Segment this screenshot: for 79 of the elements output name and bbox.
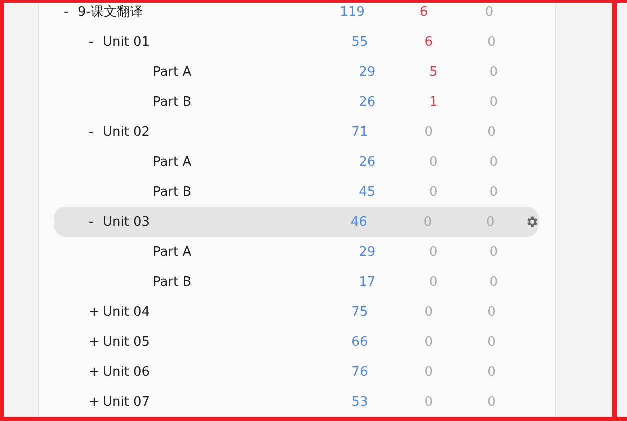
count-cell-text: 0 bbox=[428, 244, 439, 260]
count-cell-text: 0 bbox=[428, 274, 439, 290]
tree-row[interactable]: - Unit 01 55 6 0 bbox=[54, 27, 540, 57]
count-cell-text: 0 bbox=[488, 94, 500, 110]
count-cell-text: 0 bbox=[488, 274, 500, 290]
tree-item-label[interactable]: Part B bbox=[152, 274, 192, 290]
toggle-icon[interactable]: + bbox=[88, 364, 100, 380]
toggle-icon[interactable]: - bbox=[88, 124, 94, 140]
count-cell-text: 0 bbox=[486, 124, 497, 140]
count-cell-text: 0 bbox=[488, 64, 500, 80]
tree-item-label[interactable]: Unit 02 bbox=[102, 124, 150, 140]
count-cell-text: 0 bbox=[486, 304, 497, 320]
tree-row[interactable]: - Unit 02 71 0 0 bbox=[54, 117, 540, 147]
tree-row[interactable]: Part A 29 0 0 bbox=[54, 237, 540, 267]
tree-row[interactable]: + Unit 06 76 0 0 bbox=[54, 357, 540, 387]
count-cell-text: 0 bbox=[488, 184, 500, 200]
count-cell-text: 45 bbox=[358, 184, 377, 200]
count-cell-text: 6 bbox=[418, 4, 430, 20]
count-cell-text: 0 bbox=[486, 34, 497, 50]
tree-item-label[interactable]: Unit 06 bbox=[102, 364, 150, 380]
count-cell-text: 29 bbox=[358, 244, 377, 260]
count-cell-text: 26 bbox=[358, 154, 377, 170]
count-cell-text: 66 bbox=[350, 334, 370, 350]
count-cell-text: 26 bbox=[358, 94, 377, 110]
count-cell-text: 0 bbox=[488, 244, 500, 260]
tree-item-label[interactable]: Unit 03 bbox=[102, 214, 150, 230]
settings-icon[interactable] bbox=[525, 215, 540, 229]
tree-item-label[interactable]: Unit 04 bbox=[102, 304, 150, 320]
tree-row[interactable]: + Unit 07 53 0 0 bbox=[54, 387, 540, 417]
toggle-icon[interactable]: - bbox=[64, 4, 69, 20]
count-cell-text: 0 bbox=[424, 394, 434, 410]
tree-row[interactable]: + Unit 04 75 0 0 bbox=[54, 297, 540, 327]
count-cell-text: 0 bbox=[424, 334, 434, 350]
tree-row[interactable]: Part B 26 1 0 bbox=[54, 87, 540, 117]
count-cell-text: 0 bbox=[424, 304, 434, 320]
toggle-icon[interactable]: + bbox=[88, 394, 100, 410]
count-cell-text: 0 bbox=[424, 124, 434, 140]
tree-item-label[interactable]: Unit 01 bbox=[102, 34, 150, 50]
count-cell-text: 0 bbox=[488, 154, 500, 170]
toggle-icon[interactable]: - bbox=[88, 34, 94, 50]
toggle-icon[interactable]: + bbox=[88, 304, 100, 320]
count-cell-text: 6 bbox=[424, 34, 434, 50]
count-cell-text: 75 bbox=[350, 304, 370, 320]
count-cell-text: 0 bbox=[486, 364, 497, 380]
tree-item-label[interactable]: Part B bbox=[152, 184, 192, 200]
count-cell-text: 71 bbox=[350, 124, 370, 140]
count-cell-text: 76 bbox=[350, 364, 370, 380]
tree-row[interactable]: + Unit 05 66 0 0 bbox=[54, 327, 540, 357]
count-cell-text: 55 bbox=[350, 34, 370, 50]
count-cell-text: 29 bbox=[358, 64, 377, 80]
tree-row[interactable]: Part B 45 0 0 bbox=[54, 177, 540, 207]
count-cell-text: 0 bbox=[486, 214, 496, 230]
tree-item-label[interactable]: Unit 07 bbox=[102, 394, 150, 410]
tree-row[interactable]: - 9-课文翻译 119 6 0 bbox=[54, 3, 540, 27]
count-cell-text: 0 bbox=[424, 364, 434, 380]
tree-row[interactable]: Part B 17 0 0 bbox=[54, 267, 540, 297]
count-cell-text: 0 bbox=[484, 4, 495, 20]
count-cell-text: 0 bbox=[428, 154, 439, 170]
count-cell-text: 0 bbox=[486, 334, 497, 350]
count-cell-text: 0 bbox=[486, 394, 497, 410]
tree-item-label[interactable]: Part B bbox=[152, 94, 192, 110]
count-cell-text: 0 bbox=[428, 184, 439, 200]
count-cell-text: 17 bbox=[358, 274, 377, 290]
tree-row[interactable]: Part A 26 0 0 bbox=[54, 147, 540, 177]
tree-item-label[interactable]: Part A bbox=[152, 64, 192, 80]
count-cell-text: 5 bbox=[428, 64, 439, 80]
toggle-icon[interactable]: + bbox=[88, 334, 100, 350]
tree-item-label[interactable]: Unit 05 bbox=[102, 334, 150, 350]
tree-row[interactable]: - Unit 03 46 0 0 bbox=[54, 207, 540, 237]
count-cell-text: 0 bbox=[422, 214, 434, 230]
count-cell-text: 119 bbox=[339, 4, 366, 20]
tree-row[interactable]: Part A 29 5 0 bbox=[54, 57, 540, 87]
tree-item-label[interactable]: Part A bbox=[152, 154, 192, 170]
tree-item-label[interactable]: 9-课文翻译 bbox=[78, 3, 143, 21]
count-cell-text: 46 bbox=[350, 214, 368, 230]
toggle-icon[interactable]: - bbox=[88, 214, 94, 230]
count-cell-text: 1 bbox=[428, 94, 439, 110]
tree-item-label[interactable]: Part A bbox=[152, 244, 192, 260]
count-cell-text: 53 bbox=[350, 394, 370, 410]
